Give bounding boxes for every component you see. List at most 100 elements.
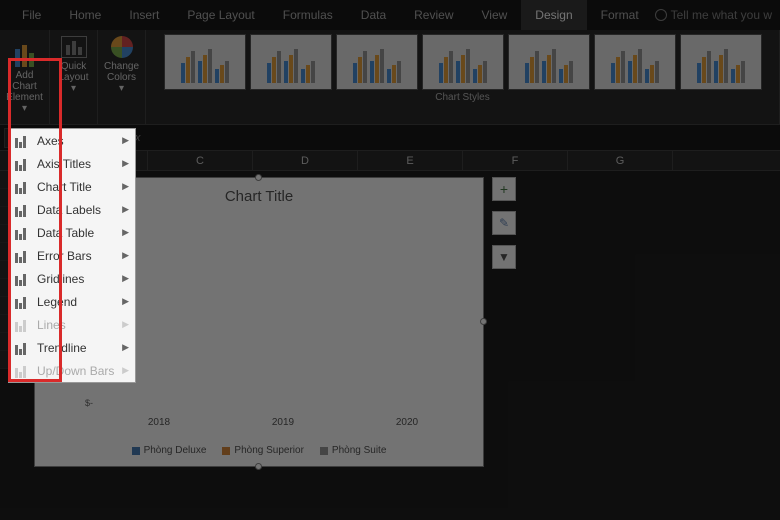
legend-item: Phòng Suite <box>332 445 387 456</box>
menu-lines: Lines ▶ <box>9 313 135 336</box>
menu-label: Axes <box>37 134 64 148</box>
error-bars-icon <box>15 249 31 263</box>
menu-label: Data Table <box>37 226 94 240</box>
chevron-right-icon: ▶ <box>122 250 129 261</box>
column-header[interactable]: E <box>358 151 463 170</box>
tab-design[interactable]: Design <box>521 0 586 30</box>
tab-review[interactable]: Review <box>400 0 467 30</box>
chevron-right-icon: ▶ <box>122 227 129 238</box>
chart-styles-button[interactable]: ✎ <box>492 211 516 235</box>
y-tick: $- <box>41 398 93 408</box>
menu-data-labels[interactable]: Data Labels▶ <box>9 198 135 221</box>
menu-data-table[interactable]: Data Table ▶ <box>9 221 135 244</box>
x-tick: 2020 <box>396 417 418 428</box>
quick-layout-label: QuickLayout ▾ <box>56 61 91 94</box>
column-header[interactable]: F <box>463 151 568 170</box>
chart-style-thumb[interactable] <box>680 34 762 90</box>
chart-title-icon <box>15 180 31 194</box>
chart-quick-buttons: + ✎ ▼ <box>492 177 516 269</box>
ribbon-tabs: File Home Insert Page Layout Formulas Da… <box>0 0 780 30</box>
chart-style-thumb[interactable] <box>164 34 246 90</box>
chevron-right-icon: ▶ <box>122 342 129 353</box>
menu-chart-title[interactable]: Chart Title ▶ <box>9 175 135 198</box>
add-chart-element-button[interactable]: Add ChartElement ▾ <box>0 30 50 124</box>
x-tick: 2018 <box>148 417 170 428</box>
legend-item: Phòng Deluxe <box>144 445 207 456</box>
x-tick: 2019 <box>272 417 294 428</box>
chevron-right-icon: ▶ <box>122 319 129 330</box>
funnel-icon: ▼ <box>498 250 510 264</box>
quick-layout-icon <box>61 36 87 58</box>
column-header[interactable]: D <box>253 151 358 170</box>
chevron-right-icon: ▶ <box>122 365 129 376</box>
legend-item: Phòng Superior <box>234 445 304 456</box>
menu-label: Up/Down Bars <box>37 364 114 378</box>
chevron-right-icon: ▶ <box>122 273 129 284</box>
chart-style-thumb[interactable] <box>594 34 676 90</box>
tab-data[interactable]: Data <box>347 0 400 30</box>
chart-legend[interactable]: Phòng Deluxe Phòng Superior Phòng Suite <box>35 445 483 456</box>
tab-file[interactable]: File <box>8 0 55 30</box>
menu-label: Lines <box>37 318 66 332</box>
chart-style-thumb[interactable] <box>508 34 590 90</box>
chevron-right-icon: ▶ <box>122 135 129 146</box>
lightbulb-icon <box>655 9 667 21</box>
axis-titles-icon <box>15 157 31 171</box>
menu-gridlines[interactable]: Gridlines ▶ <box>9 267 135 290</box>
plus-icon: + <box>500 181 508 197</box>
menu-label: Axis Titles <box>37 157 91 171</box>
x-axis: 2018 2019 2020 <box>97 417 469 428</box>
trendline-icon <box>15 341 31 355</box>
tab-format[interactable]: Format <box>587 0 653 30</box>
lines-icon <box>15 318 31 332</box>
tell-me-label: Tell me what you w <box>671 8 772 22</box>
chart-filters-button[interactable]: ▼ <box>492 245 516 269</box>
tab-page-layout[interactable]: Page Layout <box>173 0 268 30</box>
tab-formulas[interactable]: Formulas <box>269 0 347 30</box>
quick-layout-button[interactable]: QuickLayout ▾ <box>50 30 98 124</box>
menu-label: Chart Title <box>37 180 92 194</box>
tell-me-search[interactable]: Tell me what you w <box>655 8 772 22</box>
chevron-right-icon: ▶ <box>122 158 129 169</box>
menu-legend[interactable]: Legend ▶ <box>9 290 135 313</box>
legend-icon <box>15 295 31 309</box>
brush-icon: ✎ <box>499 216 509 230</box>
chart-style-thumb[interactable] <box>422 34 504 90</box>
chevron-right-icon: ▶ <box>122 181 129 192</box>
menu-label: Trendline <box>37 341 87 355</box>
menu-trendline[interactable]: Trendline ▶ <box>9 336 135 359</box>
axes-icon <box>15 134 31 148</box>
chevron-right-icon: ▶ <box>122 204 129 215</box>
chart-elements-button[interactable]: + <box>492 177 516 201</box>
column-header[interactable]: G <box>568 151 673 170</box>
gridlines-icon <box>15 272 31 286</box>
tab-home[interactable]: Home <box>55 0 115 30</box>
resize-handle[interactable] <box>480 318 487 325</box>
resize-handle[interactable] <box>255 463 262 470</box>
menu-label: Gridlines <box>37 272 84 286</box>
menu-axes[interactable]: Axes ▶ <box>9 129 135 152</box>
change-colors-icon <box>111 36 133 58</box>
chevron-right-icon: ▶ <box>122 296 129 307</box>
tab-view[interactable]: View <box>468 0 522 30</box>
menu-updown-bars: Up/Down Bars ▶ <box>9 359 135 382</box>
change-colors-button[interactable]: ChangeColors ▾ <box>98 30 146 124</box>
data-table-icon <box>15 226 31 240</box>
tab-insert[interactable]: Insert <box>115 0 173 30</box>
chart-styles-group: Chart Styles <box>146 30 780 124</box>
menu-label: Error Bars <box>37 249 92 263</box>
updown-bars-icon <box>15 364 31 378</box>
change-colors-label: ChangeColors ▾ <box>104 61 139 94</box>
menu-axis-titles[interactable]: Axis Titles ▶ <box>9 152 135 175</box>
add-chart-element-icon <box>11 43 39 67</box>
chart-style-thumb[interactable] <box>336 34 418 90</box>
add-chart-element-label: Add ChartElement ▾ <box>6 70 43 114</box>
column-header[interactable]: C <box>148 151 253 170</box>
chart-style-thumb[interactable] <box>250 34 332 90</box>
menu-label: Legend <box>37 295 77 309</box>
resize-handle[interactable] <box>255 174 262 181</box>
chart-styles-label: Chart Styles <box>435 92 489 103</box>
add-chart-element-menu: Axes ▶ Axis Titles ▶ Chart Title ▶ Data Lab… <box>8 128 136 383</box>
chart-plot-area[interactable] <box>97 222 469 408</box>
menu-error-bars[interactable]: Error Bars ▶ <box>9 244 135 267</box>
